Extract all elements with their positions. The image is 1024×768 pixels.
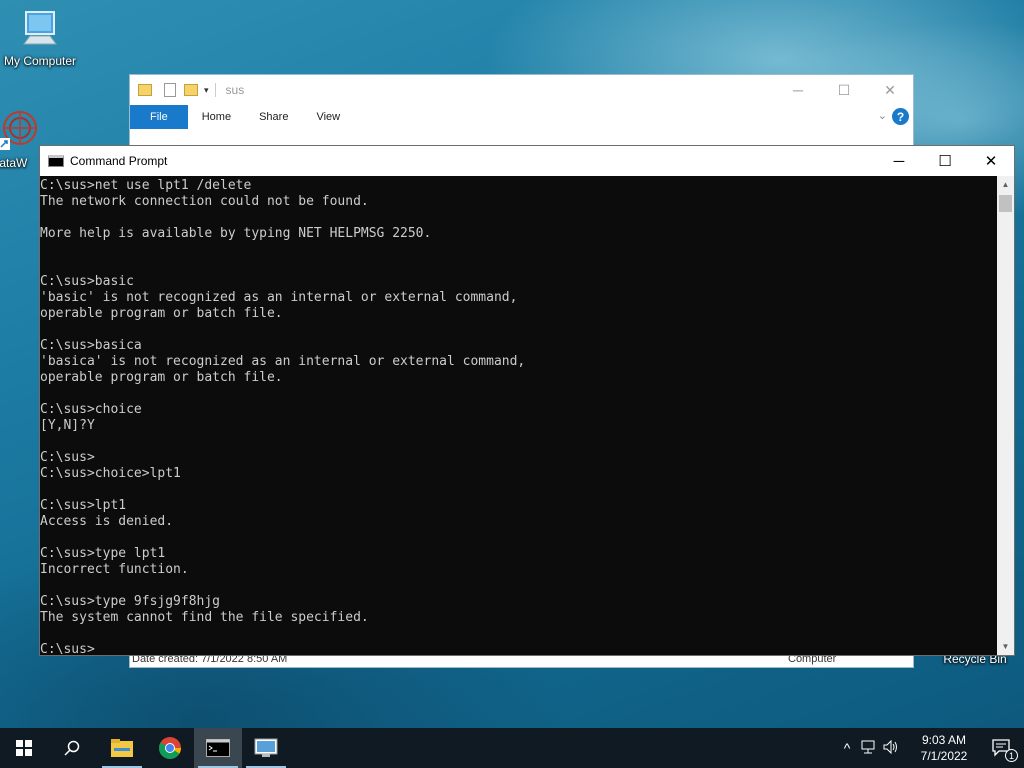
console-line: C:\sus> <box>40 642 95 655</box>
taskbar-app[interactable] <box>242 728 290 768</box>
taskbar: ^ 9:03 AM 7/1/2022 1 <box>0 728 1024 768</box>
desktop-icon-label: DataW <box>0 156 28 170</box>
maximize-button[interactable]: ☐ <box>922 146 968 176</box>
console-line: C:\sus>basica <box>40 338 142 353</box>
network-icon[interactable] <box>858 740 880 757</box>
chevron-down-icon[interactable]: ▾ <box>204 85 209 96</box>
system-tray: ^ 9:03 AM 7/1/2022 1 <box>836 728 1024 768</box>
chrome-icon <box>159 737 181 759</box>
console-line: C:\sus>net use lpt1 /delete <box>40 178 252 193</box>
console-line: Incorrect function. <box>40 562 189 577</box>
desktop-icon-label: My Computer <box>3 54 77 68</box>
minimize-button[interactable]: ─ <box>876 146 922 176</box>
console-line: C:\sus> <box>40 450 95 465</box>
explorer-titlebar[interactable]: ▾ sus ─ ☐ ✕ <box>130 75 913 105</box>
tab-home[interactable]: Home <box>188 105 245 129</box>
start-button[interactable] <box>0 728 48 768</box>
remote-desktop-app-icon <box>254 738 278 757</box>
tab-share[interactable]: Share <box>245 105 302 129</box>
computer-icon <box>23 11 57 45</box>
console-line: C:\sus>basic <box>40 274 134 289</box>
desktop-icon-my-computer[interactable]: My Computer <box>0 8 80 68</box>
console-line: 'basica' is not recognized as an interna… <box>40 354 526 369</box>
windows-logo-icon <box>16 740 32 756</box>
chevron-down-icon[interactable]: ⌄ <box>878 109 887 122</box>
scrollbar-thumb[interactable] <box>999 195 1012 212</box>
console-output[interactable]: C:\sus>net use lpt1 /delete The network c… <box>40 176 997 655</box>
tab-file[interactable]: File <box>130 105 188 129</box>
properties-icon[interactable] <box>164 83 176 97</box>
console-line: [Y,N]?Y <box>40 418 95 433</box>
notification-badge: 1 <box>1005 749 1018 762</box>
taskbar-command-prompt[interactable] <box>194 728 242 768</box>
divider <box>214 83 216 97</box>
console-line: Access is denied. <box>40 514 174 529</box>
console-line: 'basic' is not recognized as an internal… <box>40 290 518 305</box>
close-button[interactable]: ✕ <box>968 146 1014 176</box>
search-icon <box>64 740 80 756</box>
cmd-titlebar[interactable]: Command Prompt ─ ☐ ✕ <box>40 146 1014 176</box>
window-title: sus <box>225 83 245 97</box>
volume-icon[interactable] <box>880 739 902 757</box>
new-folder-icon[interactable] <box>184 84 198 96</box>
scroll-down-arrow-icon[interactable]: ▼ <box>997 638 1014 655</box>
console-line: C:\sus>choice <box>40 402 142 417</box>
console-line: C:\sus>lpt1 <box>40 498 127 513</box>
folder-icon <box>138 84 152 96</box>
close-button[interactable]: ✕ <box>867 75 913 105</box>
help-icon[interactable]: ? <box>892 108 909 125</box>
console-line: C:\sus>type 9fsjg9f8hjg <box>40 594 221 609</box>
file-explorer-icon <box>111 739 133 757</box>
search-button[interactable] <box>48 728 96 768</box>
dataw-app-icon <box>0 111 37 150</box>
cmd-icon <box>206 739 230 757</box>
cmd-icon <box>48 155 64 167</box>
action-center-button[interactable]: 1 <box>980 728 1024 768</box>
clock-date: 7/1/2022 <box>920 749 968 763</box>
maximize-button[interactable]: ☐ <box>821 75 867 105</box>
console-line: C:\sus>choice>lpt1 <box>40 466 181 481</box>
vertical-scrollbar[interactable]: ▲ ▼ <box>997 176 1014 655</box>
taskbar-file-explorer[interactable] <box>98 728 146 768</box>
taskbar-chrome[interactable] <box>146 728 194 768</box>
console-line: More help is available by typing NET HEL… <box>40 226 432 241</box>
minimize-button[interactable]: ─ <box>775 75 821 105</box>
window-title: Command Prompt <box>70 154 168 168</box>
chevron-up-icon[interactable]: ^ <box>836 740 858 756</box>
console-line: operable program or batch file. <box>40 370 283 385</box>
clock[interactable]: 9:03 AM 7/1/2022 <box>908 732 980 764</box>
console-line: The network connection could not be foun… <box>40 194 369 209</box>
command-prompt-window[interactable]: Command Prompt ─ ☐ ✕ C:\sus>net use lpt1… <box>39 145 1015 656</box>
console-line: operable program or batch file. <box>40 306 283 321</box>
tab-view[interactable]: View <box>302 105 354 129</box>
console-line: C:\sus>type lpt1 <box>40 546 166 561</box>
clock-time: 9:03 AM <box>921 733 967 747</box>
scroll-up-arrow-icon[interactable]: ▲ <box>997 176 1014 193</box>
ribbon-tabs: File Home Share View ⌄ ? <box>130 105 913 129</box>
console-line: The system cannot find the file specifie… <box>40 610 369 625</box>
